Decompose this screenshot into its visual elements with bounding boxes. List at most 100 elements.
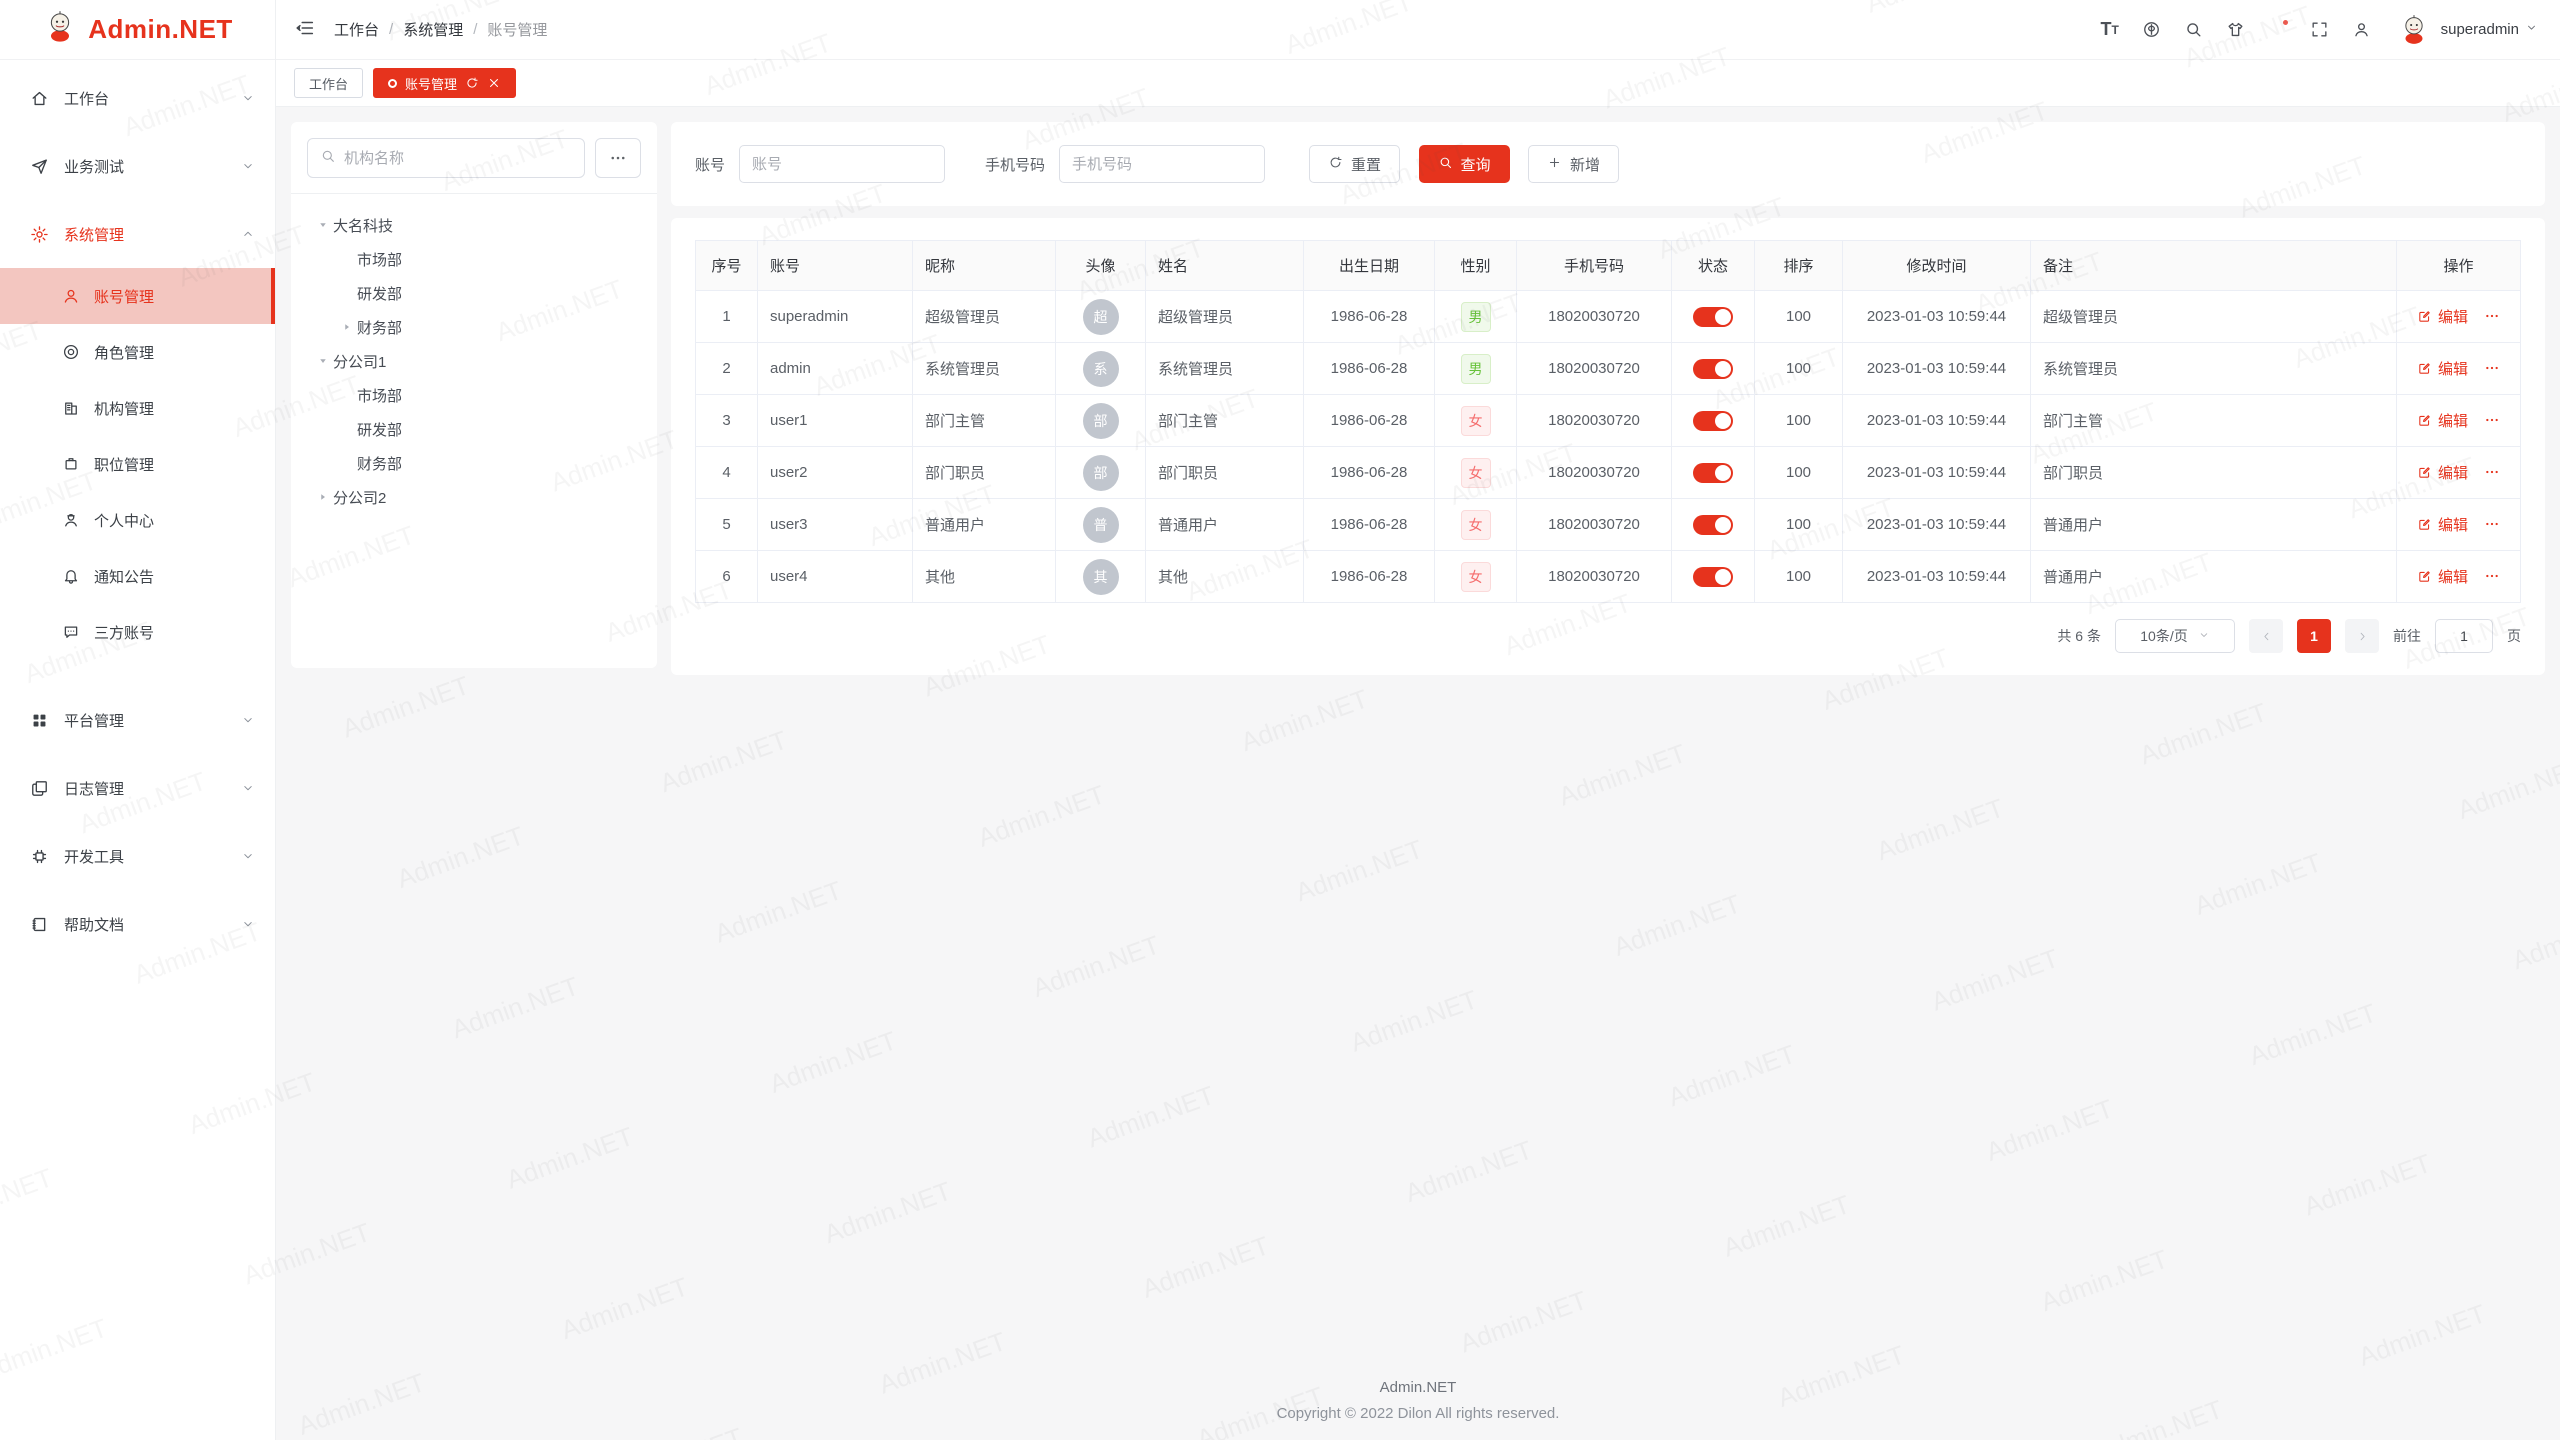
status-toggle[interactable]: [1693, 307, 1733, 327]
cell-operations: 编辑: [2397, 395, 2521, 447]
sidebar-subitem[interactable]: 机构管理: [0, 380, 275, 436]
chevron-down-icon: [241, 781, 255, 795]
chevron-up-icon: [241, 227, 255, 241]
row-more-button[interactable]: [2484, 360, 2500, 376]
phone-input[interactable]: [1059, 145, 1265, 183]
user-avatar[interactable]: [2397, 13, 2431, 47]
language-icon[interactable]: [2131, 10, 2173, 50]
tree-node[interactable]: 财务部: [307, 446, 641, 480]
edit-button[interactable]: 编辑: [2417, 566, 2468, 587]
page-footer: Admin.NET Copyright © 2022 Dilon All rig…: [276, 1379, 2560, 1422]
edit-button[interactable]: 编辑: [2417, 462, 2468, 483]
sidebar-subitem[interactable]: 通知公告: [0, 548, 275, 604]
cell-gender: 女: [1435, 395, 1517, 447]
row-more-button[interactable]: [2484, 464, 2500, 480]
sidebar-subitem[interactable]: 个人中心: [0, 492, 275, 548]
cell-status: [1672, 343, 1755, 395]
search-icon[interactable]: [2173, 10, 2215, 50]
sidebar-subitem[interactable]: 账号管理: [0, 268, 275, 324]
edit-label: 编辑: [2438, 514, 2468, 535]
cell-nickname: 部门主管: [913, 395, 1056, 447]
menu-fold-icon[interactable]: [294, 17, 320, 43]
caret-collapsed-icon[interactable]: [313, 487, 333, 507]
column-header: 性别: [1435, 241, 1517, 291]
prev-page-button[interactable]: [2249, 619, 2283, 653]
breadcrumb-item[interactable]: 账号管理: [487, 19, 547, 40]
column-header: 账号: [758, 241, 913, 291]
tab-close-icon[interactable]: [487, 76, 501, 90]
sidebar-submenu: 账号管理角色管理机构管理职位管理个人中心通知公告三方账号: [0, 268, 275, 686]
status-toggle[interactable]: [1693, 463, 1733, 483]
tree-node[interactable]: 研发部: [307, 276, 641, 310]
tree-more-button[interactable]: [595, 138, 641, 178]
caret-collapsed-icon[interactable]: [337, 317, 357, 337]
breadcrumb-item[interactable]: 工作台: [334, 19, 379, 40]
status-toggle[interactable]: [1693, 359, 1733, 379]
caret-expanded-icon[interactable]: [313, 215, 333, 235]
row-more-button[interactable]: [2484, 568, 2500, 584]
cell-mtime: 2023-01-03 10:59:44: [1843, 395, 2031, 447]
sidebar-item[interactable]: 日志管理: [0, 754, 275, 822]
tab-item[interactable]: 工作台: [294, 68, 363, 98]
query-button[interactable]: 查询: [1419, 145, 1510, 183]
notification-dot: [2281, 18, 2290, 27]
tree-node[interactable]: 分公司2: [307, 480, 641, 514]
breadcrumb-item[interactable]: 系统管理: [403, 19, 463, 40]
person-icon[interactable]: [2341, 10, 2383, 50]
goto-page-input[interactable]: [2435, 619, 2493, 653]
tree-node[interactable]: 研发部: [307, 412, 641, 446]
sidebar-subitem-label: 通知公告: [94, 566, 154, 587]
status-toggle[interactable]: [1693, 515, 1733, 535]
theme-icon[interactable]: [2215, 10, 2257, 50]
page-number-current[interactable]: 1: [2297, 619, 2331, 653]
edit-button[interactable]: 编辑: [2417, 306, 2468, 327]
org-search-input[interactable]: [344, 150, 572, 167]
account-input[interactable]: [739, 145, 945, 183]
cell-nickname: 超级管理员: [913, 291, 1056, 343]
row-more-button[interactable]: [2484, 516, 2500, 532]
next-page-button[interactable]: [2345, 619, 2379, 653]
edit-button[interactable]: 编辑: [2417, 514, 2468, 535]
notification-icon[interactable]: [2257, 10, 2299, 50]
cell-birthdate: 1986-06-28: [1304, 291, 1435, 343]
edit-button[interactable]: 编辑: [2417, 410, 2468, 431]
cell-operations: 编辑: [2397, 291, 2521, 343]
tree-node[interactable]: 大名科技: [307, 208, 641, 242]
username[interactable]: superadmin: [2441, 21, 2519, 38]
fullscreen-icon[interactable]: [2299, 10, 2341, 50]
cell-seq: 6: [696, 551, 758, 603]
reset-button[interactable]: 重置: [1309, 145, 1400, 183]
sidebar-item[interactable]: 业务测试: [0, 132, 275, 200]
status-toggle[interactable]: [1693, 567, 1733, 587]
font-size-icon[interactable]: TT: [2089, 10, 2131, 50]
caret-expanded-icon[interactable]: [313, 351, 333, 371]
tree-node[interactable]: 财务部: [307, 310, 641, 344]
cell-gender: 女: [1435, 447, 1517, 499]
tab-refresh-icon[interactable]: [465, 76, 479, 90]
tab-item[interactable]: 账号管理: [373, 68, 516, 98]
sidebar-subitem[interactable]: 职位管理: [0, 436, 275, 492]
cell-phone: 18020030720: [1517, 447, 1672, 499]
sidebar-item[interactable]: 工作台: [0, 64, 275, 132]
tree-node[interactable]: 市场部: [307, 378, 641, 412]
row-more-button[interactable]: [2484, 412, 2500, 428]
edit-button[interactable]: 编辑: [2417, 358, 2468, 379]
avatar: 部: [1083, 455, 1119, 491]
add-button[interactable]: 新增: [1528, 145, 1619, 183]
status-toggle[interactable]: [1693, 411, 1733, 431]
cell-order: 100: [1755, 551, 1843, 603]
row-more-button[interactable]: [2484, 308, 2500, 324]
logo[interactable]: Admin.NET: [0, 0, 275, 60]
sidebar-item[interactable]: 平台管理: [0, 686, 275, 754]
chevron-down-icon[interactable]: [2519, 21, 2538, 39]
sidebar-subitem[interactable]: 三方账号: [0, 604, 275, 660]
tree-node[interactable]: 市场部: [307, 242, 641, 276]
navbar-actions: TT superadmin: [2089, 10, 2538, 50]
sidebar-subitem[interactable]: 角色管理: [0, 324, 275, 380]
page-size-select[interactable]: 10条/页: [2115, 619, 2235, 653]
home-icon: [30, 89, 49, 108]
sidebar-item[interactable]: 帮助文档: [0, 890, 275, 958]
sidebar-item[interactable]: 系统管理: [0, 200, 275, 268]
sidebar-item[interactable]: 开发工具: [0, 822, 275, 890]
tree-node[interactable]: 分公司1: [307, 344, 641, 378]
